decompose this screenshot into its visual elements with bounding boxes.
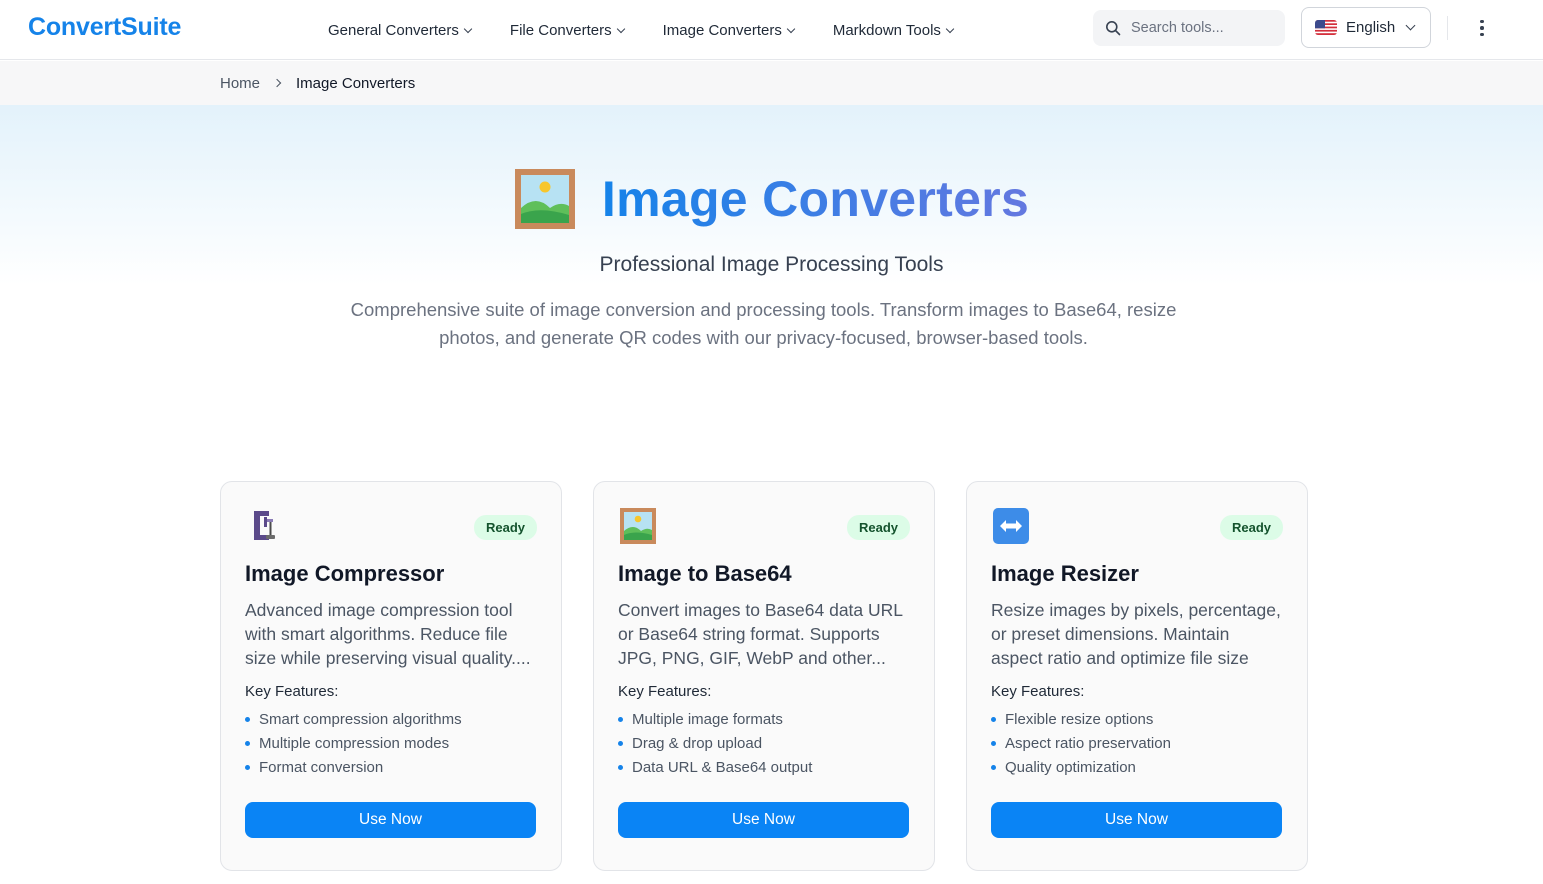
page-title: Image Converters bbox=[601, 171, 1030, 227]
feature-item: Quality optimization bbox=[991, 755, 1283, 779]
search-icon bbox=[1106, 21, 1121, 36]
status-badge: Ready bbox=[1219, 515, 1283, 540]
chevron-down-icon bbox=[786, 24, 796, 33]
page-description: Comprehensive suite of image conversion … bbox=[350, 299, 1177, 348]
feature-item: Data URL & Base64 output bbox=[618, 755, 910, 779]
bullet-icon bbox=[991, 740, 996, 746]
feature-item: Aspect ratio preservation bbox=[991, 731, 1283, 755]
header-divider bbox=[1447, 16, 1448, 40]
feature-item: Smart compression algorithms bbox=[245, 707, 537, 731]
card-title: Image Compressor bbox=[245, 561, 445, 586]
use-now-button[interactable]: Use Now bbox=[991, 802, 1282, 838]
feature-item: Multiple compression modes bbox=[245, 731, 537, 755]
language-label: English bbox=[1346, 19, 1396, 36]
search-input[interactable] bbox=[1131, 20, 1271, 36]
feature-list: Flexible resize options Aspect ratio pre… bbox=[991, 707, 1283, 779]
key-features-label: Key Features: bbox=[991, 683, 1085, 700]
breadcrumb-home[interactable]: Home bbox=[220, 75, 260, 92]
tool-card-image-compressor: Ready Image Compressor Advanced image co… bbox=[220, 481, 562, 871]
clamp-icon bbox=[245, 506, 285, 546]
nav-image-converters[interactable]: Image Converters bbox=[653, 22, 804, 39]
feature-list: Smart compression algorithms Multiple co… bbox=[245, 707, 537, 779]
framed-picture-icon bbox=[514, 169, 575, 229]
use-now-button[interactable]: Use Now bbox=[245, 802, 536, 838]
chevron-down-icon bbox=[945, 24, 955, 33]
bullet-icon bbox=[991, 716, 996, 722]
tool-card-image-to-base64: Ready Image to Base64 Convert images to … bbox=[593, 481, 935, 871]
key-features-label: Key Features: bbox=[618, 683, 712, 700]
status-badge: Ready bbox=[473, 515, 537, 540]
bullet-icon bbox=[618, 716, 623, 722]
hero-section: Image Converters Professional Image Proc… bbox=[0, 105, 1543, 405]
bullet-icon bbox=[245, 764, 250, 770]
language-selector[interactable]: English bbox=[1301, 7, 1431, 48]
card-title: Image Resizer bbox=[991, 561, 1139, 586]
feature-item: Drag & drop upload bbox=[618, 731, 910, 755]
nav-general-converters[interactable]: General Converters bbox=[318, 22, 481, 39]
site-logo[interactable]: ConvertSuite bbox=[28, 13, 181, 42]
hero-title-row: Image Converters bbox=[0, 168, 1543, 230]
bullet-icon bbox=[991, 764, 996, 770]
bullet-icon bbox=[618, 740, 623, 746]
chevron-down-icon bbox=[616, 24, 625, 33]
card-description: Convert images to Base64 data URL or Bas… bbox=[618, 600, 903, 668]
nav-label: Markdown Tools bbox=[832, 21, 941, 39]
chevron-down-icon bbox=[463, 24, 473, 33]
breadcrumb-current: Image Converters bbox=[296, 74, 416, 92]
more-options-icon[interactable] bbox=[1470, 14, 1494, 42]
feature-list: Multiple image formats Drag & drop uploa… bbox=[618, 707, 910, 779]
framed-picture-icon bbox=[618, 506, 658, 546]
chevron-down-icon bbox=[1405, 20, 1416, 31]
bullet-icon bbox=[245, 716, 250, 722]
card-title: Image to Base64 bbox=[618, 561, 792, 586]
search-box[interactable] bbox=[1093, 10, 1285, 46]
status-badge: Ready bbox=[846, 515, 910, 540]
feature-item: Multiple image formats bbox=[618, 707, 910, 731]
left-right-arrow-icon bbox=[991, 506, 1031, 546]
key-features-label: Key Features: bbox=[245, 683, 339, 700]
main-nav: General Converters File Converters Image… bbox=[318, 0, 982, 60]
page-subtitle: Professional Image Processing Tools bbox=[599, 253, 944, 276]
card-description: Advanced image compression tool with sma… bbox=[245, 600, 531, 668]
breadcrumb: Home Image Converters bbox=[0, 61, 1543, 105]
nav-markdown-tools[interactable]: Markdown Tools bbox=[823, 22, 963, 39]
nav-label: Image Converters bbox=[662, 21, 782, 39]
top-header: ConvertSuite General Converters File Con… bbox=[0, 0, 1543, 60]
feature-item: Flexible resize options bbox=[991, 707, 1283, 731]
nav-label: General Converters bbox=[328, 21, 459, 39]
use-now-button[interactable]: Use Now bbox=[618, 802, 909, 838]
nav-file-converters[interactable]: File Converters bbox=[500, 22, 634, 39]
bullet-icon bbox=[245, 740, 250, 746]
feature-item: Format conversion bbox=[245, 755, 537, 779]
chevron-right-icon bbox=[272, 78, 282, 88]
card-description: Resize images by pixels, percentage, or … bbox=[991, 600, 1281, 668]
tool-card-image-resizer: Ready Image Resizer Resize images by pix… bbox=[966, 481, 1308, 871]
nav-label: File Converters bbox=[509, 21, 612, 39]
bullet-icon bbox=[618, 764, 623, 770]
us-flag-icon bbox=[1315, 20, 1337, 35]
